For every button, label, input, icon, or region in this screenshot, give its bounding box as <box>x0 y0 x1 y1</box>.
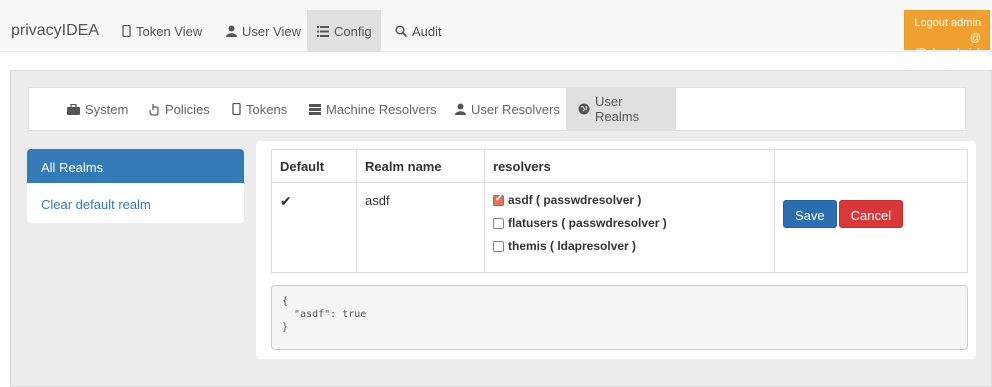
json-preview: { "asdf": true} <box>271 285 968 350</box>
list-icon <box>317 25 329 37</box>
nav-audit[interactable]: Audit <box>385 10 452 52</box>
tab-policies[interactable]: Policies <box>136 88 222 130</box>
resolver-label: themis ( ldapresolver ) <box>508 239 637 253</box>
header-default: Default <box>271 149 357 183</box>
resolver-option[interactable]: flatusers ( passwdresolver ) <box>493 216 766 230</box>
json-line: "asdf": true <box>282 309 367 320</box>
tab-machine-resolvers-label: Machine Resolvers <box>326 101 437 117</box>
tab-system-label: System <box>85 101 129 117</box>
realm-name-cell: asdf <box>356 182 485 273</box>
globe-icon <box>578 103 590 115</box>
brand-logo[interactable]: privacyIDEA <box>11 22 99 40</box>
tab-machine-resolvers[interactable]: Machine Resolvers <box>297 88 449 130</box>
briefcase-icon <box>67 103 80 115</box>
actions-cell: Save Cancel <box>774 182 968 273</box>
table-header-row: Default Realm name resolvers <box>271 149 968 183</box>
tab-tokens-label: Tokens <box>246 101 288 117</box>
top-navbar: privacyIDEA Token View User View Config … <box>0 0 992 59</box>
user-icon <box>226 25 237 37</box>
sidebar-item-all-realms[interactable]: All Realms <box>27 149 244 183</box>
nav-user-view-label: User View <box>242 23 302 39</box>
hand-icon <box>148 103 160 116</box>
resolver-label: flatusers ( passwdresolver ) <box>508 216 667 230</box>
realms-table: Default Realm name resolvers ✔ asdf asdf… <box>271 149 968 273</box>
tab-user-realms[interactable]: User Realms <box>566 88 676 130</box>
resolver-checkbox[interactable] <box>493 217 504 229</box>
tab-user-resolvers-label: User Resolvers <box>471 101 560 117</box>
tab-tokens[interactable]: Tokens <box>220 88 299 130</box>
check-icon: ✔ <box>280 193 292 209</box>
default-cell: ✔ <box>271 182 357 273</box>
tab-user-resolvers[interactable]: User Resolvers <box>443 88 572 130</box>
nav-user-view[interactable]: User View <box>216 10 311 52</box>
json-line: { <box>282 296 289 307</box>
realms-sidebar: All Realms Clear default realm <box>27 149 244 223</box>
config-subnav: System Policies Tokens Machine Resolvers… <box>28 87 966 131</box>
user-icon <box>455 103 466 115</box>
logout-label: Logout admin @ <box>914 17 981 44</box>
resolver-option[interactable]: themis ( ldapresolver ) <box>493 239 766 253</box>
logout-role: (Role: admin) <box>914 47 981 59</box>
resolver-label: asdf ( passwdresolver ) <box>508 193 642 207</box>
tab-system[interactable]: System <box>55 88 140 130</box>
tab-policies-label: Policies <box>165 101 210 117</box>
realms-card: Default Realm name resolvers ✔ asdf asdf… <box>256 141 976 359</box>
resolver-checkbox[interactable] <box>493 240 504 252</box>
resolvers-cell: asdf ( passwdresolver ) flatusers ( pass… <box>484 182 775 273</box>
logout-button[interactable]: Logout admin @ (Role: admin) <box>904 10 990 59</box>
phone-icon <box>122 25 131 37</box>
header-actions <box>774 149 968 183</box>
json-line: } <box>282 322 289 333</box>
table-row: ✔ asdf asdf ( passwdresolver ) flatusers… <box>271 182 968 273</box>
search-icon <box>395 25 407 37</box>
nav-config[interactable]: Config <box>307 10 381 52</box>
header-realm-name: Realm name <box>356 149 485 183</box>
cancel-button[interactable]: Cancel <box>838 200 904 228</box>
resolver-option[interactable]: asdf ( passwdresolver ) <box>493 193 766 207</box>
server-icon <box>309 103 321 115</box>
nav-token-view[interactable]: Token View <box>112 10 212 52</box>
nav-audit-label: Audit <box>412 23 442 39</box>
resolver-checkbox-checked[interactable] <box>493 193 504 206</box>
clear-default-realm-link[interactable]: Clear default realm <box>27 183 244 223</box>
nav-config-label: Config <box>334 23 372 39</box>
save-button[interactable]: Save <box>783 200 837 228</box>
phone-icon <box>232 103 241 115</box>
nav-token-view-label: Token View <box>136 23 203 39</box>
header-resolvers: resolvers <box>484 149 775 183</box>
tab-user-realms-label: User Realms <box>595 94 640 124</box>
